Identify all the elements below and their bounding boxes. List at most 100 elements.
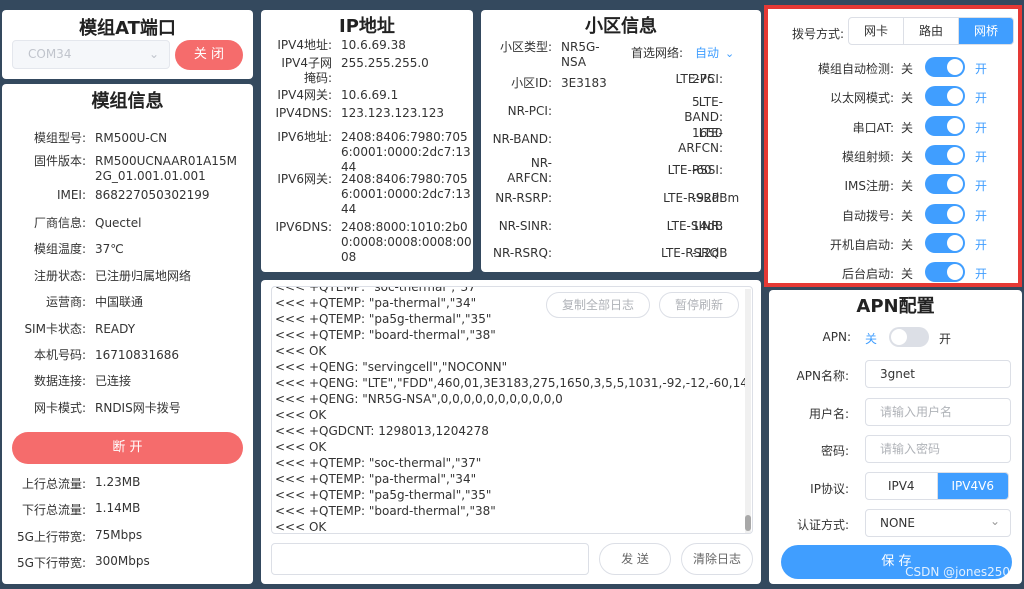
log-area[interactable]: <<< +QTEMP: "soc-thermal","37" <<< +QTEMP… (271, 286, 753, 534)
log-scrollbar-thumb[interactable] (745, 515, 751, 531)
apn-name-label: APN名称: (796, 369, 849, 383)
switch-toggle[interactable] (925, 203, 965, 224)
ip-protocol-option[interactable]: IPV4 (866, 473, 938, 499)
cell-value: 14dB (692, 219, 724, 233)
auth-label: 认证方式: (796, 518, 849, 532)
command-input[interactable] (271, 543, 589, 575)
at-port-panel: 模组AT端口 COM34 ⌄ 关 闭 (2, 10, 253, 79)
switch-toggle[interactable] (925, 57, 965, 77)
module-info-value: RNDIS网卡拨号 (95, 401, 181, 415)
apn-name-field[interactable]: 3gnet (865, 360, 1011, 388)
cell-label: NR-PCI: (507, 104, 552, 118)
switch-toggle[interactable] (925, 232, 965, 253)
switch-row: 以太网模式: 关 开 (768, 86, 1018, 108)
ip-protocol-option[interactable]: IPV4V6 (937, 473, 1008, 499)
module-info-label: 注册状态: (33, 269, 86, 283)
log-line: <<< +QTEMP: "board-thermal","38" (275, 328, 496, 342)
preferred-network-value: 自动 (695, 46, 720, 60)
log-line: <<< +QTEMP: "pa-thermal","34" (275, 472, 477, 486)
log-panel: <<< +QTEMP: "soc-thermal","37" <<< +QTEMP… (261, 280, 761, 584)
ip-value: 255.255.255.0 (341, 56, 429, 70)
port-select-value: COM34 (28, 47, 72, 61)
cell-label: 小区类型: (499, 40, 552, 54)
module-info-label: 本机号码: (33, 348, 86, 362)
ip-label: IPV6DNS: (275, 220, 333, 234)
dial-mode-option[interactable]: 网桥 (959, 18, 1013, 44)
switch-on-text: 开 (975, 62, 988, 76)
module-info-value: READY (95, 322, 136, 336)
switch-toggle[interactable] (925, 86, 965, 107)
switch-toggle[interactable] (925, 174, 965, 195)
cell-label: NR-SINR: (498, 219, 552, 233)
log-line: <<< OK (275, 344, 327, 358)
dial-mode-option[interactable]: 网卡 (849, 18, 904, 44)
cell-label: NR- ARFCN: (507, 156, 552, 185)
switch-toggle[interactable] (925, 144, 965, 165)
port-select[interactable]: COM34 ⌄ (12, 40, 170, 69)
ip-value: 2408:8406:7980:705 6:0001:0000:2dc7:13 4… (341, 172, 471, 216)
switch-row: 模组自动检测: 关 开 (768, 57, 1018, 79)
traffic-value: 300Mbps (95, 554, 150, 568)
switch-on-text: 开 (975, 91, 988, 106)
send-button[interactable]: 发 送 (599, 543, 671, 575)
ip-value: 10.6.69.1 (341, 88, 399, 102)
ip-label: IPV4子网 掩码: (281, 56, 332, 85)
password-field[interactable]: 请输入密码 (865, 435, 1011, 463)
traffic-value: 75Mbps (95, 528, 143, 542)
close-port-button[interactable]: 关 闭 (175, 40, 243, 70)
ip-label: IPV4DNS: (275, 106, 333, 120)
dial-mode-option[interactable]: 路由 (904, 18, 959, 44)
module-info-label: 模组型号: (33, 131, 86, 145)
disconnect-button[interactable]: 断 开 (12, 432, 243, 464)
dial-mode-label: 拨号方式: (791, 27, 844, 41)
pause-refresh-button[interactable]: 暂停刷新 (659, 292, 739, 318)
auth-select[interactable]: NONE ⌄ (865, 509, 1011, 537)
cell-title: 小区信息 (585, 16, 657, 37)
module-info-label: 模组温度: (33, 242, 86, 256)
log-line: <<< +QGDCNT: 1298013,1204278 (275, 424, 489, 438)
chevron-down-icon: ⌄ (148, 47, 159, 61)
log-scrollbar[interactable] (745, 289, 751, 533)
module-info-label: 厂商信息: (33, 216, 86, 230)
ip-label: IPV4地址: (277, 38, 332, 52)
switch-knob (947, 176, 963, 193)
traffic-value: 1.14MB (95, 501, 141, 515)
log-lines: <<< +QTEMP: "soc-thermal","37" <<< +QTEMP… (272, 287, 752, 533)
module-info-title: 模组信息 (91, 91, 164, 112)
cell-panel: 小区信息 小区类型: NR5G- NSA 小区ID: 3E3183 NR-PCI: NR-… (481, 10, 761, 272)
ip-value: 2408:8406:7980:705 6:0001:0000:2dc7:13 4… (341, 130, 471, 174)
module-info-label: IMEI: (56, 188, 86, 202)
switch-off-text: 关 (901, 120, 914, 135)
cell-label: NR-RSRP: (495, 191, 552, 205)
copy-log-button[interactable]: 复制全部日志 (546, 292, 650, 318)
log-line: <<< +QENG: "servingcell","NOCONN" (275, 360, 508, 374)
apn-on-text: 开 (939, 332, 952, 346)
ip-label: IPV4网关: (277, 88, 332, 102)
apn-toggle[interactable] (889, 327, 929, 347)
switch-knob (947, 146, 963, 163)
chevron-down-icon: ⌄ (725, 47, 735, 60)
module-info-value: 37℃ (95, 242, 124, 256)
traffic-label: 5G下行带宽: (17, 556, 86, 570)
switch-label: 以太网模式: (829, 91, 894, 106)
chevron-down-icon: ⌄ (989, 514, 1000, 528)
module-info-value: RM500U-CN (95, 131, 168, 145)
module-info-label: 运营商: (45, 295, 86, 309)
switch-on-text: 开 (975, 267, 988, 282)
switch-off-text: 关 (901, 62, 914, 76)
switch-toggle[interactable] (925, 115, 965, 136)
username-field[interactable]: 请输入用户名 (865, 398, 1011, 426)
preferred-network-select[interactable]: 自动 ⌄ (695, 44, 734, 61)
switch-knob (947, 205, 963, 222)
apn-off-text: 关 (865, 332, 878, 346)
module-info-label: 数据连接: (33, 374, 86, 388)
switch-label: 模组射频: (841, 149, 894, 164)
apn-panel: APN配置 APN: 关 开 APN名称: 3gnet 用户名: 请输入用户名 … (769, 290, 1022, 584)
switch-off-text: 关 (901, 179, 914, 194)
switch-row: 串口AT: 关 开 (768, 115, 1018, 138)
clear-log-button[interactable]: 清除日志 (681, 543, 753, 575)
switch-toggle[interactable] (925, 262, 965, 283)
cell-label: NR-RSRQ: (493, 246, 552, 260)
ip-panel: IP地址 IPV4地址: 10.6.69.38 IPV4子网 掩码: 255.255.… (261, 10, 473, 272)
username-label: 用户名: (808, 407, 849, 421)
